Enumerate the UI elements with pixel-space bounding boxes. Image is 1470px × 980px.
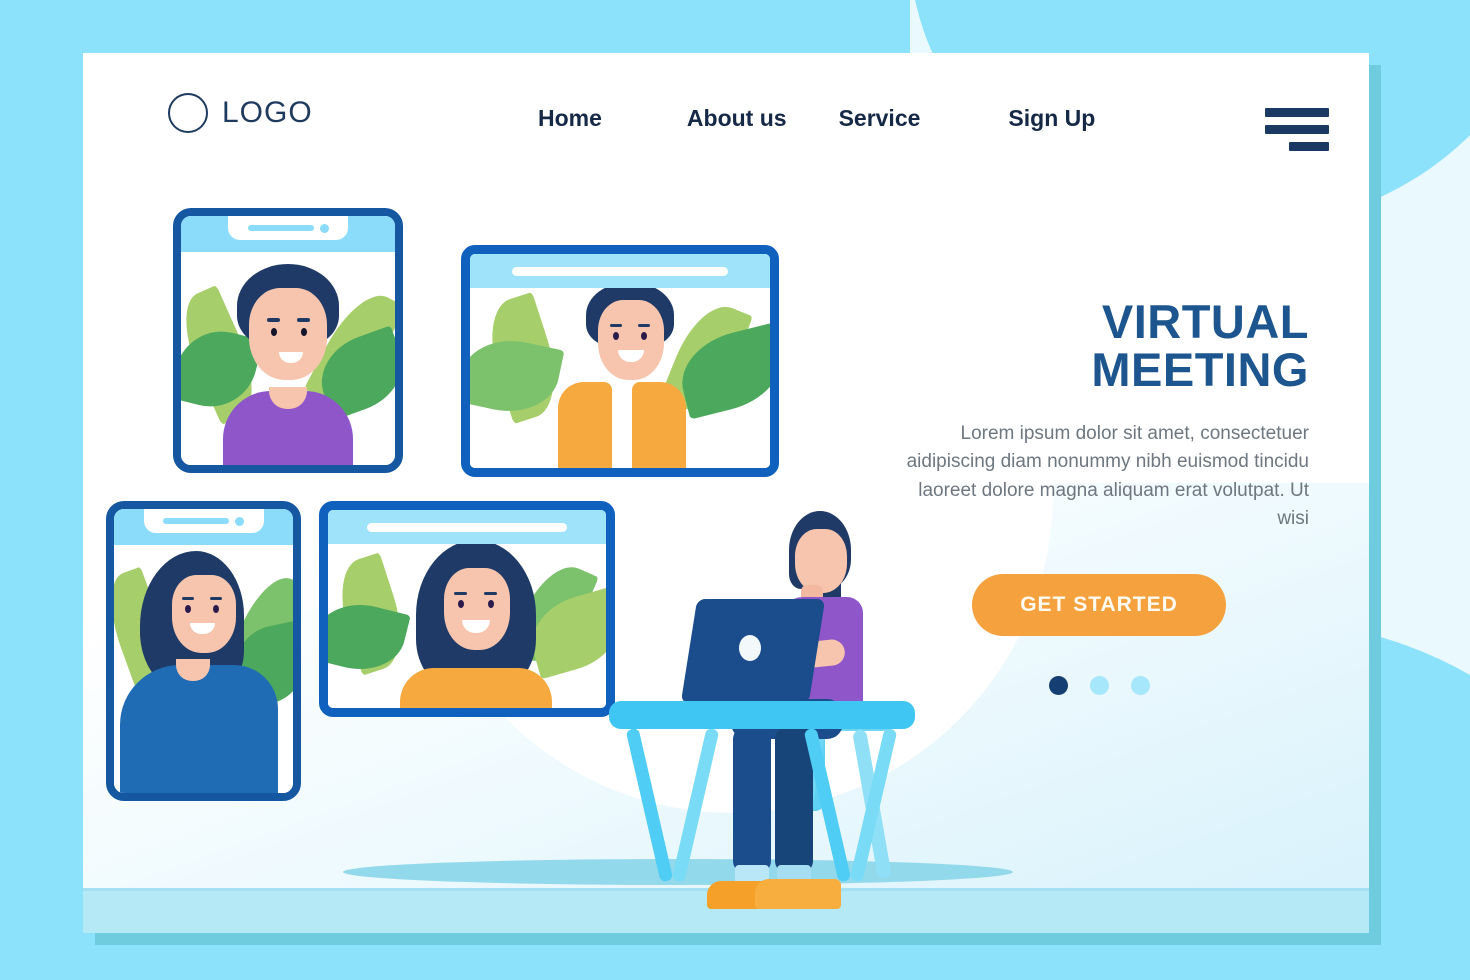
page-title-line-1: VIRTUAL: [1101, 295, 1309, 348]
hamburger-bar-2: [1265, 125, 1329, 134]
nav-item-service[interactable]: Service: [839, 105, 921, 132]
hero-paragraph: Lorem ipsum dolor sit amet, consectetuer…: [906, 422, 1309, 530]
hamburger-menu-icon[interactable]: [1265, 108, 1329, 154]
window-title-placeholder: [512, 266, 728, 276]
shirt: [120, 665, 278, 793]
hamburger-bar-3: [1289, 142, 1329, 151]
participant-tile-1[interactable]: [173, 208, 403, 473]
nav-item-about-us[interactable]: About us: [687, 105, 787, 132]
window-title-bar: [470, 254, 770, 288]
jacket-right: [632, 382, 686, 468]
eye-right: [301, 328, 307, 336]
site-header: LOGO Home About us Service Sign Up: [83, 53, 1369, 203]
hero-text-column: VIRTUAL MEETING Lorem ipsum dolor sit am…: [889, 298, 1309, 695]
eyebrow-right: [484, 592, 497, 595]
page-title: VIRTUAL MEETING: [889, 298, 1309, 394]
eye-left: [458, 600, 464, 608]
logo-text: LOGO: [222, 96, 313, 129]
participant-video-4: [328, 544, 606, 708]
leaf-decor: [470, 330, 565, 422]
carousel-dots: [889, 675, 1309, 695]
speaker-icon: [247, 225, 314, 231]
eye-right: [641, 332, 647, 340]
eye-right: [488, 600, 494, 608]
phone-notch: [228, 216, 348, 240]
cta-container: GET STARTED: [889, 573, 1309, 636]
carousel-dot-2[interactable]: [1089, 675, 1109, 695]
participant-tile-4[interactable]: [319, 501, 615, 717]
eyebrow-left: [267, 318, 280, 322]
jacket-left: [558, 382, 612, 468]
face: [172, 575, 236, 653]
page-title-line-2: MEETING: [1091, 342, 1309, 396]
phone-status-bar: [181, 216, 395, 252]
participant-tile-2[interactable]: [461, 245, 779, 477]
get-started-button[interactable]: GET STARTED: [972, 573, 1226, 636]
eyebrow-left: [182, 597, 194, 600]
eyebrow-left: [610, 324, 622, 327]
desk-leg-a: [625, 727, 674, 883]
eyebrow-right: [638, 324, 650, 327]
nav-item-sign-up[interactable]: Sign Up: [1008, 105, 1095, 132]
camera-icon: [319, 223, 329, 233]
eye-left: [613, 332, 619, 340]
face: [249, 288, 327, 380]
hamburger-bar-1: [1265, 108, 1329, 117]
face: [598, 300, 664, 380]
desk-top: [609, 701, 915, 729]
main-navigation: Home About us Service Sign Up: [538, 105, 1095, 132]
window-title-bar: [328, 510, 606, 544]
carousel-dot-3[interactable]: [1130, 675, 1150, 695]
face: [795, 529, 847, 593]
shirt: [400, 668, 552, 708]
leaf-decor: [328, 594, 411, 680]
eyebrow-left: [454, 592, 467, 595]
phone-notch: [143, 509, 264, 533]
laptop-logo: [739, 635, 761, 661]
speaker-icon: [163, 518, 229, 524]
participant-video-2: [470, 288, 770, 468]
logo[interactable]: LOGO: [168, 93, 313, 133]
nav-item-home[interactable]: Home: [538, 105, 602, 132]
leg-front: [733, 727, 771, 873]
eye-right: [213, 605, 219, 613]
landing-page: LOGO Home About us Service Sign Up VIRTU…: [0, 0, 1470, 980]
eye-left: [185, 605, 191, 613]
window-title-placeholder: [366, 522, 568, 532]
hero-card: LOGO Home About us Service Sign Up VIRTU…: [83, 53, 1369, 933]
circle-outline-icon: [168, 93, 208, 133]
eyebrow-right: [210, 597, 222, 600]
participant-video-1: [181, 252, 395, 465]
participant-video-3: [114, 545, 293, 793]
phone-status-bar: [114, 509, 293, 545]
carousel-dot-1[interactable]: [1048, 675, 1068, 695]
desk-leg-b: [671, 727, 720, 883]
eyebrow-right: [297, 318, 310, 322]
camera-icon: [235, 516, 244, 526]
participant-tile-3[interactable]: [106, 501, 301, 801]
face: [444, 568, 510, 650]
shoe-back: [755, 879, 841, 909]
eye-left: [271, 328, 277, 336]
